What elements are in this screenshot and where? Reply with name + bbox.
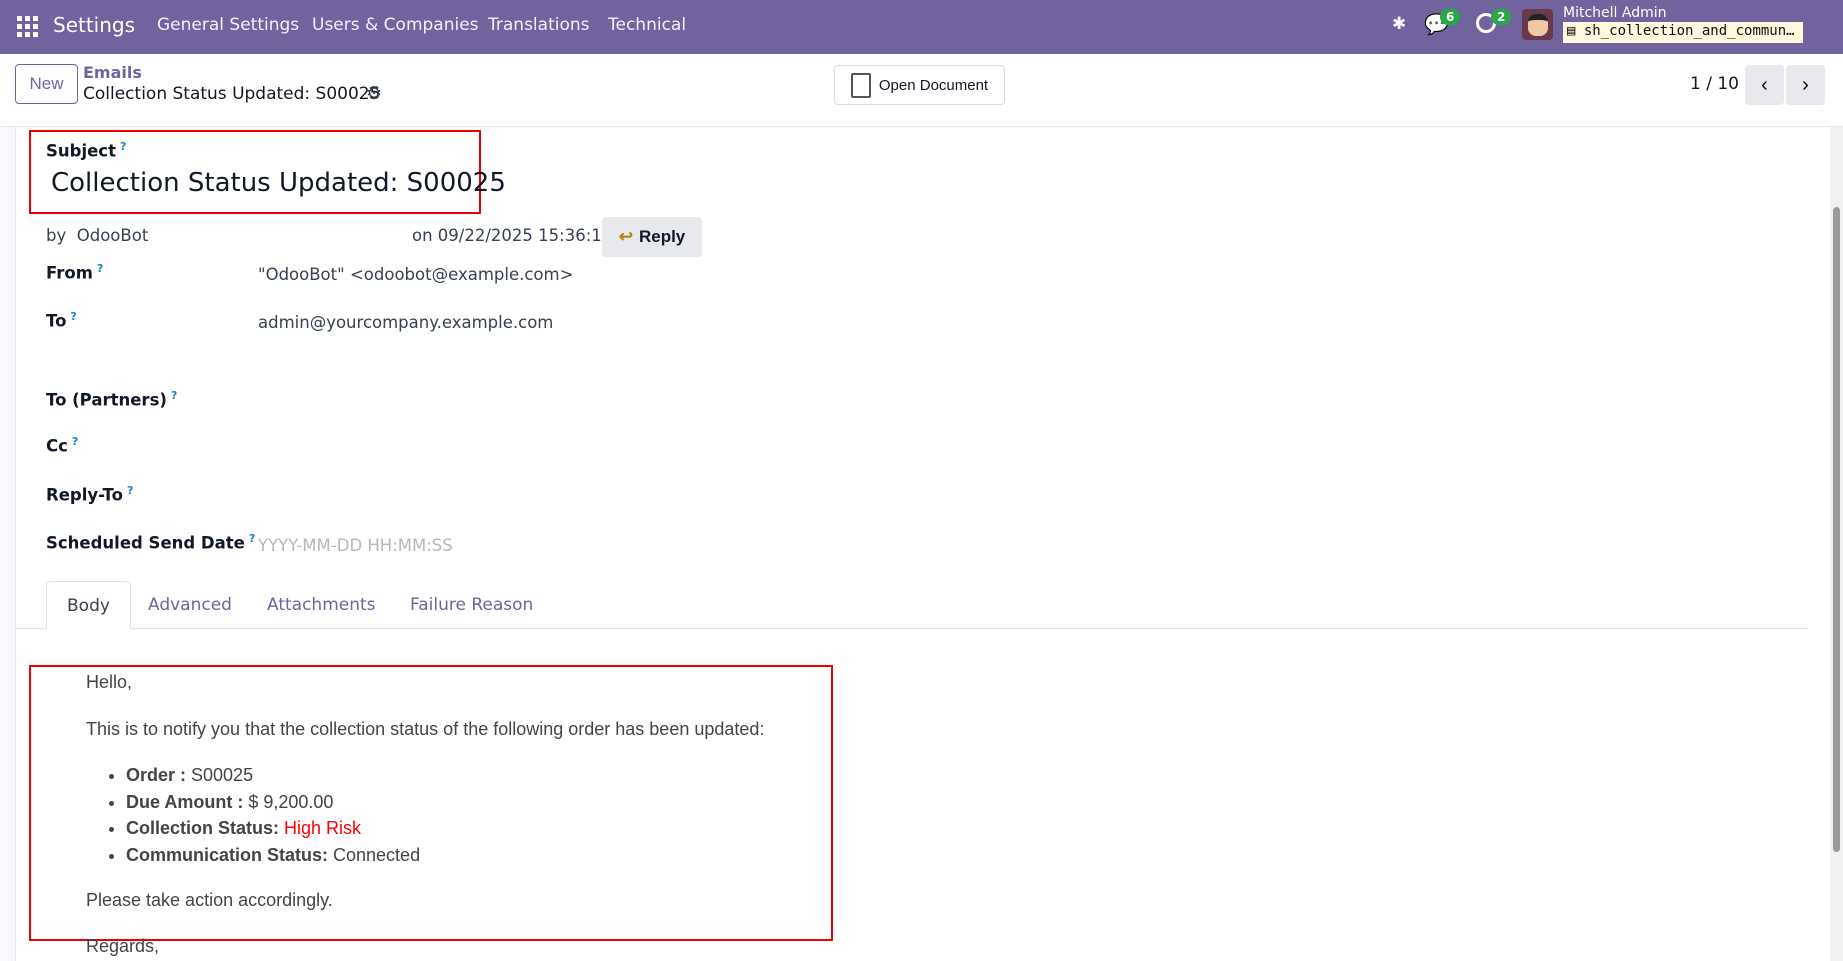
app-title[interactable]: Settings — [53, 13, 135, 37]
scheduled-send-date-input[interactable]: YYYY-MM-DD HH:MM:SS — [258, 536, 453, 555]
tab-failure-reason[interactable]: Failure Reason — [390, 581, 553, 629]
reply-button[interactable]: ↩ Reply — [602, 217, 702, 257]
menu-technical[interactable]: Technical — [608, 15, 686, 35]
body-closing: Please take action accordingly. — [86, 890, 333, 910]
scheduled-send-date-label: Scheduled Send Date? — [46, 532, 256, 553]
to-label: To? — [46, 310, 77, 331]
body-greeting: Hello, — [86, 672, 133, 692]
top-navbar: Settings General Settings Users & Compan… — [0, 0, 1843, 54]
menu-general-settings[interactable]: General Settings — [157, 15, 299, 35]
from-label: From? — [46, 262, 104, 283]
author-line: by OdooBot — [46, 226, 149, 245]
list-item: Due Amount : $ 9,200.00 — [126, 792, 826, 819]
subject-value[interactable]: Collection Status Updated: S00025 — [51, 168, 506, 198]
database-icon: ▤ — [1567, 23, 1576, 39]
message-date: on 09/22/2025 15:36:16 — [412, 226, 613, 245]
list-item: Collection Status: High Risk — [126, 818, 826, 845]
menu-users-companies[interactable]: Users & Companies — [312, 15, 479, 35]
tab-attachments[interactable]: Attachments — [247, 581, 396, 629]
menu-translations[interactable]: Translations — [488, 15, 590, 35]
database-name: ▤ sh_collection_and_commun… — [1563, 22, 1803, 43]
reply-to-label: Reply-To? — [46, 484, 134, 505]
control-panel: New Emails Collection Status Updated: S0… — [0, 54, 1843, 127]
breadcrumb-current: Collection Status Updated: S00025 — [83, 84, 381, 104]
subject-label: Subject? — [46, 140, 127, 161]
pager-next-button[interactable]: › — [1786, 65, 1825, 105]
document-icon — [850, 72, 871, 98]
breadcrumb-emails[interactable]: Emails — [83, 63, 142, 82]
debug-bug-icon[interactable]: ✱ — [1392, 14, 1406, 34]
open-document-button[interactable]: Open Document — [834, 65, 1005, 105]
user-avatar[interactable] — [1522, 9, 1553, 40]
gear-icon[interactable]: ⚙ — [366, 83, 382, 104]
cc-label: Cc? — [46, 435, 79, 456]
activity-count-badge: 2 — [1491, 9, 1512, 25]
body-regards: Regards, — [86, 936, 160, 956]
app-menu-icon[interactable] — [17, 16, 38, 37]
tab-body[interactable]: Body — [46, 581, 131, 629]
reply-icon: ↩ — [618, 227, 633, 246]
body-details-list: Order : S00025 Due Amount : $ 9,200.00 C… — [86, 765, 826, 890]
scrollbar[interactable] — [1830, 127, 1843, 961]
list-item: Order : S00025 — [126, 765, 826, 792]
new-button[interactable]: New — [15, 64, 78, 104]
from-field[interactable]: "OdooBot" <odoobot@example.com> — [258, 265, 573, 284]
pager-value[interactable]: 1 / 10 — [1690, 74, 1739, 94]
sheet-gutter — [0, 127, 16, 961]
user-name[interactable]: Mitchell Admin — [1563, 5, 1667, 21]
body-content[interactable]: Hello, This is to notify you that the co… — [86, 672, 826, 957]
chat-count-badge: 6 — [1440, 9, 1461, 25]
body-intro: This is to notify you that the collectio… — [86, 719, 765, 739]
to-partners-label: To (Partners)? — [46, 389, 178, 410]
pager-previous-button[interactable]: ‹ — [1745, 65, 1784, 105]
to-field[interactable]: admin@yourcompany.example.com — [258, 313, 553, 332]
list-item: Communication Status: Connected — [126, 845, 826, 872]
tab-advanced[interactable]: Advanced — [128, 581, 252, 629]
